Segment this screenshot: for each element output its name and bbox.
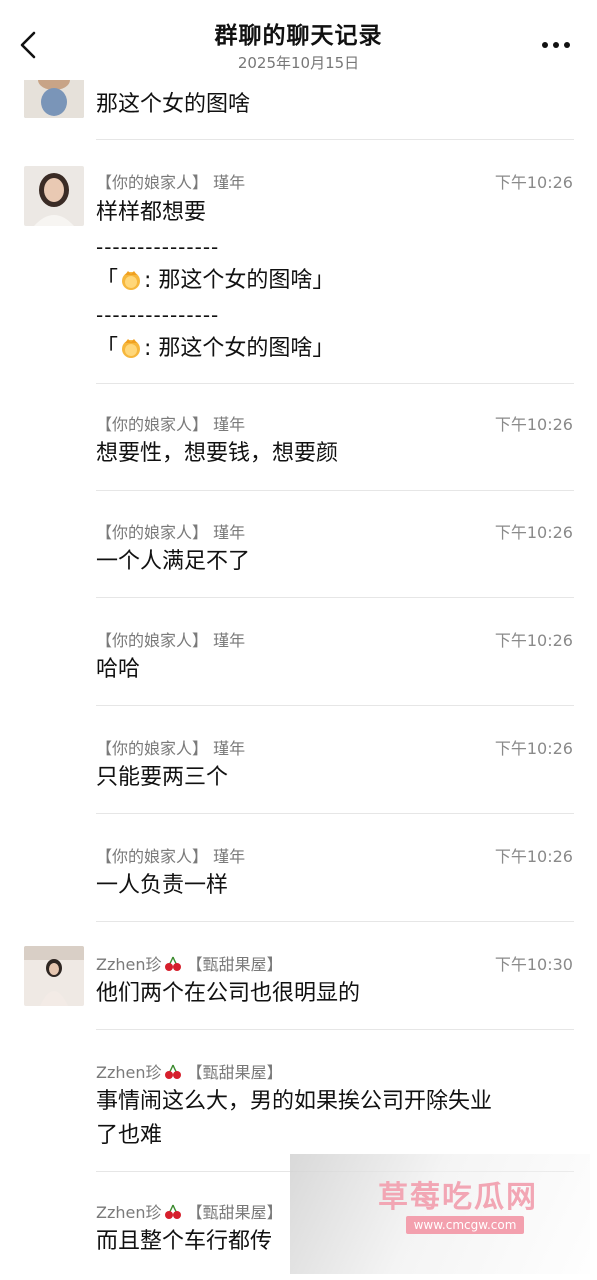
message-line: 样样都想要 [96, 200, 207, 225]
divider [96, 813, 574, 814]
sender-name[interactable]: 【你的娘家人】 瑾年 [96, 519, 245, 543]
watermark-title: 草莓吃瓜网 [378, 1180, 538, 1215]
avatar[interactable] [24, 166, 84, 226]
message-text: 一个人满足不了 [96, 549, 251, 574]
page-date: 2025年10月15日 [237, 54, 360, 72]
message-text: 一人负责一样 [96, 873, 229, 898]
sender-group-tag: 【甄甜果屋】 [186, 955, 283, 974]
sender-name[interactable]: Zzhen珍 【甄甜果屋】 [96, 1199, 283, 1223]
cherry-emoji-icon [164, 956, 181, 971]
quote-divider: --------------- [96, 303, 220, 327]
message-text: 只能要两三个 [96, 765, 229, 790]
sender-name[interactable]: 【你的娘家人】 瑾年 [96, 627, 245, 651]
divider [96, 490, 574, 491]
message-time: 下午10:26 [494, 739, 573, 758]
watermark-url: www.cmcgw.com [406, 1216, 524, 1234]
quote-text: : 那这个女的图啥 [144, 268, 313, 293]
message-time: 下午10:26 [494, 847, 573, 866]
message-text: 样样都想要 --------------- 「: 那这个女的图啥」 ------… [96, 196, 566, 366]
divider [96, 705, 574, 706]
quote-divider: --------------- [96, 235, 220, 259]
sender-nickname: Zzhen珍 [96, 955, 162, 974]
sender-name[interactable]: 【你的娘家人】 瑾年 [96, 411, 245, 435]
message-line: 了也难 [96, 1123, 163, 1148]
sender-name[interactable]: 【你的娘家人】 瑾年 [96, 169, 245, 193]
quote-close: 」 [312, 268, 335, 293]
divider [96, 1029, 574, 1030]
message-time: 下午10:26 [494, 415, 573, 434]
message-time: 下午10:26 [494, 631, 573, 650]
nav-header: 群聊的聊天记录 2025年10月15日 [0, 0, 597, 80]
avatar[interactable] [24, 946, 84, 1006]
cherry-emoji-icon [164, 1204, 181, 1219]
more-dots-icon[interactable] [541, 40, 571, 50]
sender-name[interactable]: 【你的娘家人】 瑾年 [96, 843, 245, 867]
divider [96, 597, 574, 598]
watermark: 草莓吃瓜网 www.cmcgw.com [290, 1154, 590, 1274]
woman-emoji-icon [122, 271, 141, 290]
divider [96, 139, 574, 140]
message-time: 下午10:26 [494, 173, 573, 192]
sender-name[interactable]: Zzhen珍 【甄甜果屋】 [96, 1059, 283, 1083]
quoted-message[interactable]: 「 : 那这个女的图啥」 [96, 264, 566, 298]
page-title: 群聊的聊天记录 [214, 23, 383, 49]
quote-close: 」 [312, 336, 335, 361]
message-text: 哈哈 [96, 657, 141, 682]
divider [96, 383, 574, 384]
sender-group-tag: 【甄甜果屋】 [186, 1203, 283, 1222]
message-text: 想要性，想要钱，想要颜 [96, 441, 339, 466]
quote-open: 「 [96, 336, 119, 361]
sender-nickname: Zzhen珍 [96, 1203, 162, 1222]
quote-text: : 那这个女的图啥 [144, 336, 313, 361]
cherry-emoji-icon [164, 1064, 181, 1079]
message-text: 那这个女的图啥 [96, 92, 251, 117]
message-text: 事情闹这么大，男的如果挨公司开除失业 了也难 [96, 1085, 566, 1153]
woman-emoji-icon [122, 339, 141, 358]
divider [96, 921, 574, 922]
sender-group-tag: 【甄甜果屋】 [186, 1063, 283, 1082]
sender-name[interactable]: Zzhen珍 【甄甜果屋】 [96, 951, 283, 975]
message-text: 他们两个在公司也很明显的 [96, 981, 361, 1006]
sender-name[interactable]: 【你的娘家人】 瑾年 [96, 735, 245, 759]
sender-nickname: Zzhen珍 [96, 1063, 162, 1082]
message-line: 事情闹这么大，男的如果挨公司开除失业 [96, 1089, 493, 1114]
quoted-message[interactable]: 「 : 那这个女的图啥」 [96, 332, 566, 366]
quote-open: 「 [96, 268, 119, 293]
message-time: 下午10:26 [494, 523, 573, 542]
message-time: 下午10:30 [494, 955, 573, 974]
